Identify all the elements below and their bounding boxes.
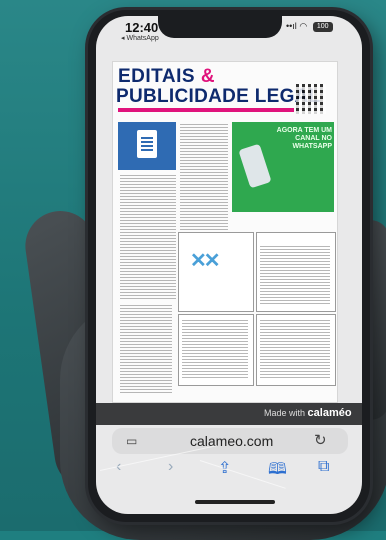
home-indicator	[195, 500, 275, 504]
doc-title-line2: PUBLICIDADE LEGAL	[116, 86, 321, 107]
url-text[interactable]: calameo.com	[190, 433, 273, 449]
qr-code-icon	[296, 84, 326, 114]
status-time: 12:40	[125, 20, 159, 35]
signal-icon: ••ıl	[286, 21, 297, 31]
ad-text: AGORA TEM UM CANAL NO WHATSAPP	[276, 127, 332, 150]
text-column	[120, 305, 172, 395]
made-with-calameo[interactable]: Made with calaméo	[264, 407, 352, 419]
tabs-icon[interactable]: ▭	[126, 434, 137, 448]
doc-title-line1: EDITAIS &	[118, 66, 216, 87]
reload-icon[interactable]: ↻	[314, 431, 327, 449]
phone-notch	[158, 16, 282, 38]
text-column	[260, 320, 330, 380]
battery-icon: 100	[312, 21, 333, 32]
text-column	[182, 320, 248, 380]
document-icon	[137, 130, 157, 158]
status-icons: ••ıl ◠ 100	[286, 21, 333, 32]
back-to-app-link[interactable]: ◂ WhatsApp	[121, 34, 159, 42]
text-column	[260, 246, 330, 306]
text-column	[120, 175, 176, 300]
tab-windows-icon[interactable]: ⧉	[318, 458, 329, 476]
title-underline	[118, 108, 294, 112]
wifi-icon: ◠	[299, 21, 308, 31]
bookmarks-icon[interactable]: 🕮	[268, 458, 287, 485]
logo-icon: ✕✕	[190, 250, 221, 272]
forward-arrow-icon[interactable]: ›	[168, 458, 173, 476]
text-column	[180, 124, 228, 234]
